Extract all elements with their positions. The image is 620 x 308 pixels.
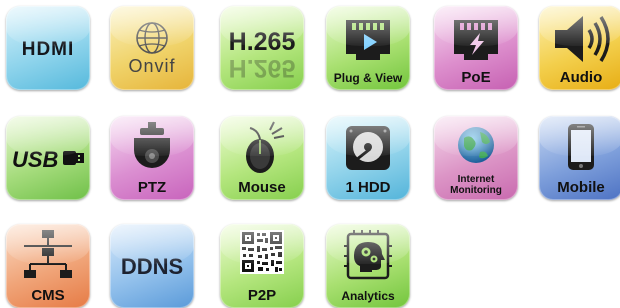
label-line-2: Monitoring — [450, 185, 502, 196]
ptz-label: PTZ — [137, 179, 167, 196]
feature-tile-audio: Audio — [539, 6, 620, 90]
hdd-label: 1 HDD — [345, 179, 391, 196]
feature-tile-plug-and-view: Plug & View — [326, 6, 410, 90]
globe-icon — [136, 22, 168, 54]
feature-tile-cms: CMS — [6, 224, 90, 308]
mouse-label: Mouse — [238, 179, 286, 196]
feature-tile-ddns: DDNS — [110, 224, 194, 308]
label-line-1: Internet — [457, 174, 495, 185]
poe-label: PoE — [461, 69, 491, 86]
cms-label: CMS — [31, 287, 65, 304]
plug-and-view-label: Plug & View — [333, 71, 403, 85]
mobile-label: Mobile — [557, 179, 605, 196]
p2p-label: P2P — [247, 287, 277, 304]
audio-label: Audio — [559, 69, 603, 86]
feature-tile-internet-monitoring: Internet Monitoring — [434, 116, 518, 200]
h265-logo-reflection: H.265 — [228, 54, 296, 82]
onvif-logo-text: Onvif — [128, 56, 176, 76]
internet-monitoring-label: Internet Monitoring — [434, 174, 518, 196]
feature-tile-h265: H.265 H.265 — [220, 6, 304, 90]
feature-tile-p2p: P2P — [220, 224, 304, 308]
feature-tile-analytics: Analytics — [326, 224, 410, 308]
feature-tile-hdd: 1 HDD — [326, 116, 410, 200]
usb-icon — [63, 151, 84, 165]
feature-tile-mobile: Mobile — [539, 116, 620, 200]
hdmi-logo-icon: HDMI — [21, 39, 75, 60]
feature-tile-ptz: PTZ — [110, 116, 194, 200]
feature-tile-mouse: Mouse — [220, 116, 304, 200]
feature-tile-hdmi: HDMI — [6, 6, 90, 90]
feature-tile-onvif: Onvif — [110, 6, 194, 90]
ddns-text-icon: DDNS — [120, 254, 184, 279]
feature-tile-usb: USB — [6, 116, 90, 200]
analytics-label: Analytics — [341, 289, 395, 303]
feature-tile-poe: PoE — [434, 6, 518, 90]
